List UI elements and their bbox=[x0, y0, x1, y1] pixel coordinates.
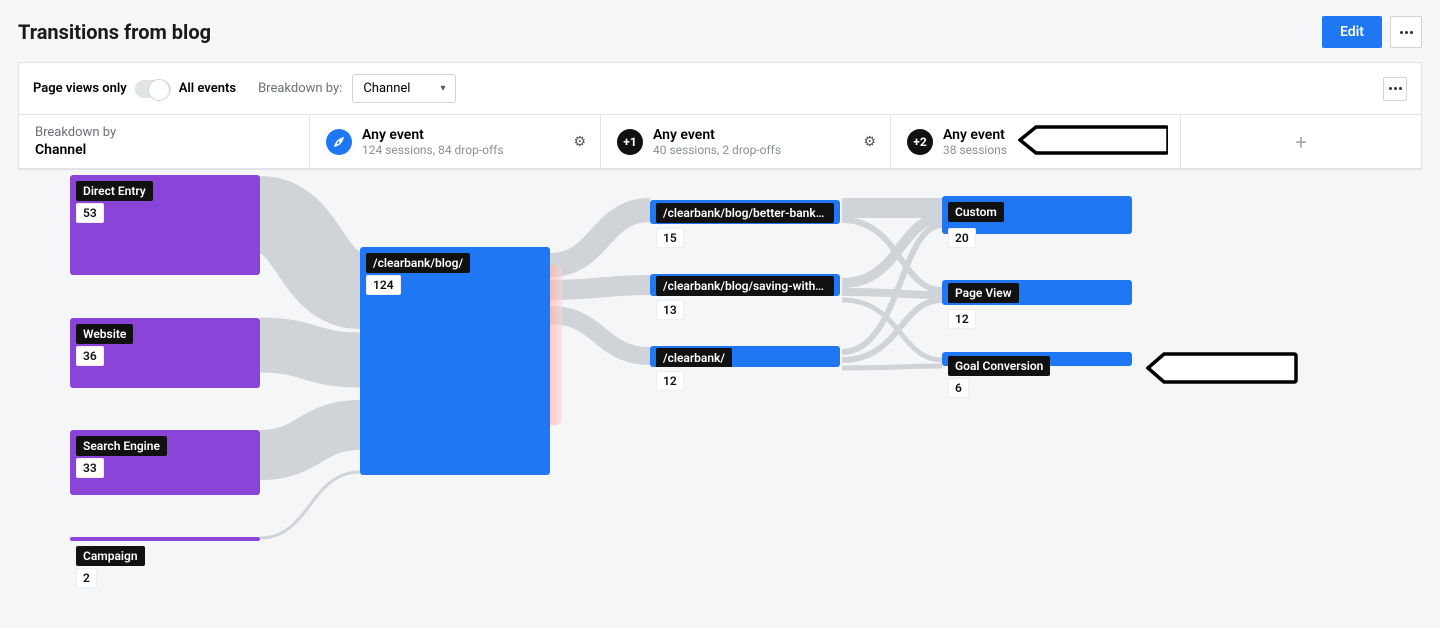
node-website[interactable]: Website 36 bbox=[70, 318, 260, 388]
funnel-steps-header: Breakdown by Channel Any event 124 sessi… bbox=[19, 115, 1421, 169]
view-mode-toggle[interactable]: Page views only All events bbox=[33, 80, 236, 98]
page-views-only-label: Page views only bbox=[33, 81, 127, 96]
node-count: 33 bbox=[76, 458, 104, 478]
breakdown-select[interactable]: Channel ▾ bbox=[352, 74, 456, 103]
step-subtitle: 40 sessions, 2 drop-offs bbox=[653, 143, 781, 157]
more-icon bbox=[1400, 31, 1413, 34]
plus-icon: + bbox=[1295, 130, 1306, 154]
node-label: Goal Conversion bbox=[948, 356, 1050, 376]
breakdown-caption: Breakdown by bbox=[35, 125, 116, 140]
chevron-down-icon: ▾ bbox=[440, 83, 445, 94]
node-campaign[interactable] bbox=[70, 537, 260, 541]
step-badge: +1 bbox=[617, 129, 643, 155]
node-count: 13 bbox=[656, 300, 684, 320]
node-label: /clearbank/ bbox=[656, 348, 732, 367]
step-subtitle: 38 sessions bbox=[943, 143, 1007, 157]
all-events-label: All events bbox=[179, 81, 236, 96]
node-direct-entry[interactable]: Direct Entry 53 bbox=[70, 175, 260, 275]
funnel-step-3[interactable]: +2 Any event 38 sessions bbox=[891, 115, 1181, 168]
node-blog[interactable]: /clearbank/blog/ 124 bbox=[360, 247, 550, 475]
node-count: 6 bbox=[948, 378, 969, 398]
node-label: Website bbox=[76, 324, 133, 344]
node-label: Page View bbox=[948, 283, 1019, 303]
toolbar-more-button[interactable] bbox=[1383, 77, 1407, 101]
node-page-better-banking[interactable]: /clearbank/blog/better-bankin... bbox=[650, 200, 840, 224]
gear-icon[interactable]: ⚙ bbox=[863, 134, 876, 150]
node-count: 12 bbox=[948, 309, 976, 329]
node-count: 20 bbox=[948, 228, 976, 248]
add-step-button[interactable]: + bbox=[1181, 115, 1421, 168]
node-count: 124 bbox=[366, 275, 401, 295]
callout-arrow-icon bbox=[1146, 350, 1298, 386]
more-icon bbox=[1389, 87, 1402, 90]
node-label: Direct Entry bbox=[76, 181, 153, 201]
step-badge: +2 bbox=[907, 129, 933, 155]
node-page-saving-with[interactable]: /clearbank/blog/saving-with-c... bbox=[650, 274, 840, 296]
node-label: /clearbank/blog/better-bankin... bbox=[656, 203, 834, 223]
edit-button[interactable]: Edit bbox=[1322, 16, 1382, 48]
node-label: /clearbank/blog/ bbox=[366, 253, 470, 273]
node-label: Search Engine bbox=[76, 436, 167, 456]
step-title: Any event bbox=[943, 127, 1007, 143]
funnel-step-2[interactable]: +1 Any event 40 sessions, 2 drop-offs ⚙ bbox=[601, 115, 891, 168]
step-title: Any event bbox=[362, 127, 504, 143]
page-title: Transitions from blog bbox=[18, 20, 211, 44]
breakdown-value: Channel bbox=[35, 142, 86, 158]
toggle-switch-icon[interactable] bbox=[135, 80, 171, 98]
node-label: /clearbank/blog/saving-with-c... bbox=[656, 276, 834, 296]
node-count: 2 bbox=[76, 568, 97, 588]
node-count: 36 bbox=[76, 346, 104, 366]
rocket-icon bbox=[326, 129, 352, 155]
funnel-step-1[interactable]: Any event 124 sessions, 84 drop-offs ⚙ bbox=[310, 115, 601, 168]
node-label: Campaign bbox=[76, 546, 145, 566]
node-count: 15 bbox=[656, 228, 684, 248]
gear-icon[interactable]: ⚙ bbox=[573, 134, 586, 150]
filter-toolbar: Page views only All events Breakdown by:… bbox=[19, 63, 1421, 115]
dropoff-indicator bbox=[550, 265, 562, 425]
step-title: Any event bbox=[653, 127, 781, 143]
more-actions-button[interactable] bbox=[1390, 16, 1422, 48]
node-count: 53 bbox=[76, 203, 104, 223]
node-label: Custom bbox=[948, 202, 1004, 222]
node-page-view[interactable]: Page View bbox=[942, 280, 1132, 305]
node-count: 12 bbox=[656, 371, 684, 391]
node-search-engine[interactable]: Search Engine 33 bbox=[70, 430, 260, 495]
breakdown-select-value: Channel bbox=[363, 81, 410, 96]
sankey-canvas: Direct Entry 53 Website 36 Search Engine… bbox=[0, 170, 1440, 600]
callout-arrow-icon bbox=[1018, 123, 1168, 157]
breakdown-column-header: Breakdown by Channel bbox=[19, 115, 310, 168]
step-subtitle: 124 sessions, 84 drop-offs bbox=[362, 143, 504, 157]
node-page-clearbank[interactable]: /clearbank/ bbox=[650, 346, 840, 367]
breakdown-by-label: Breakdown by: bbox=[258, 81, 342, 96]
